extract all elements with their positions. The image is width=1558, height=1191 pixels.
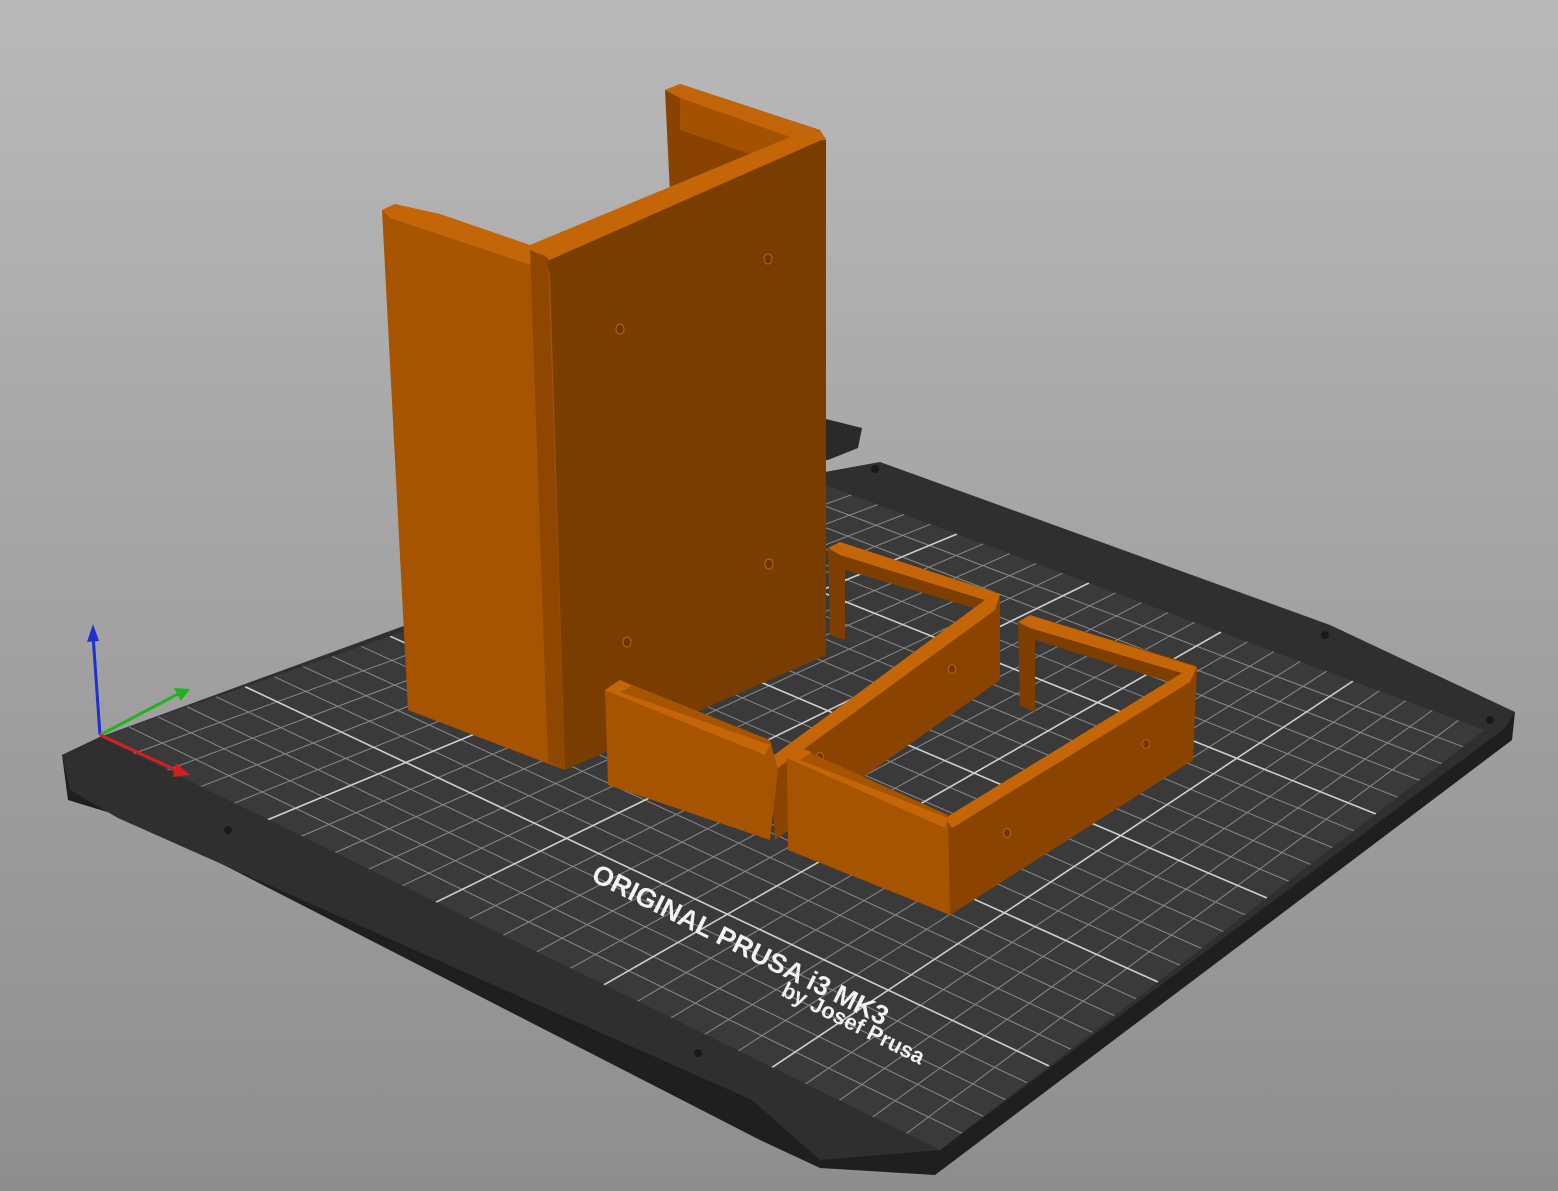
large-u-holder[interactable] bbox=[382, 84, 826, 770]
scene-canvas[interactable]: ORIGINAL PRUSA i3 MK3 by Josef Prusa bbox=[0, 0, 1558, 1191]
bed-rear-tab bbox=[822, 418, 862, 460]
z-axis-line bbox=[91, 634, 102, 736]
z-axis-arrow bbox=[87, 624, 99, 642]
3d-viewport[interactable]: ORIGINAL PRUSA i3 MK3 by Josef Prusa bbox=[0, 0, 1558, 1191]
